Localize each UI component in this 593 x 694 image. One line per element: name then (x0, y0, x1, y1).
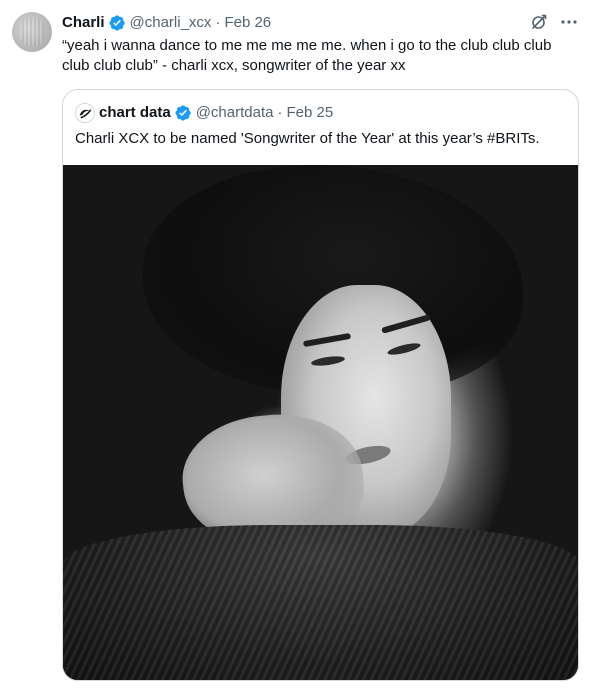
quoted-tweet-photo[interactable] (63, 165, 578, 680)
author-display-name[interactable]: Charli (62, 13, 105, 33)
quoted-tweet-text: Charli XCX to be named 'Songwriter of th… (75, 130, 540, 147)
tweet-date[interactable]: Feb 26 (224, 13, 271, 33)
quoted-tweet-date[interactable]: Feb 25 (286, 103, 333, 123)
chart-data-logo-icon (76, 104, 94, 122)
quoted-author-display-name[interactable]: chart data (99, 103, 171, 123)
quoted-verified-badge-icon (174, 104, 192, 122)
tweet-text: “yeah i wanna dance to me me me me me. w… (62, 37, 556, 74)
tweet-header: Charli @charli_xcx · Feb 26 (62, 13, 271, 33)
photo-fur-coat (63, 525, 578, 680)
author-handle[interactable]: @charli_xcx (130, 13, 212, 33)
tweet-top-actions (529, 12, 579, 32)
avatar[interactable] (12, 12, 52, 52)
quoted-tweet[interactable]: chart data @chartdata · Feb 25 Charli XC… (62, 89, 579, 681)
quoted-avatar[interactable] (75, 103, 95, 123)
more-icon[interactable] (559, 12, 579, 32)
quoted-separator-dot: · (277, 104, 283, 121)
tweet[interactable]: Charli @charli_xcx · Feb 26 “yeah i wann… (0, 0, 593, 694)
verified-badge-icon (108, 14, 126, 32)
separator-dot: · (215, 14, 221, 31)
grok-icon[interactable] (529, 12, 549, 32)
quoted-tweet-header: chart data @chartdata · Feb 25 (75, 103, 333, 123)
quoted-author-handle[interactable]: @chartdata (196, 103, 274, 123)
